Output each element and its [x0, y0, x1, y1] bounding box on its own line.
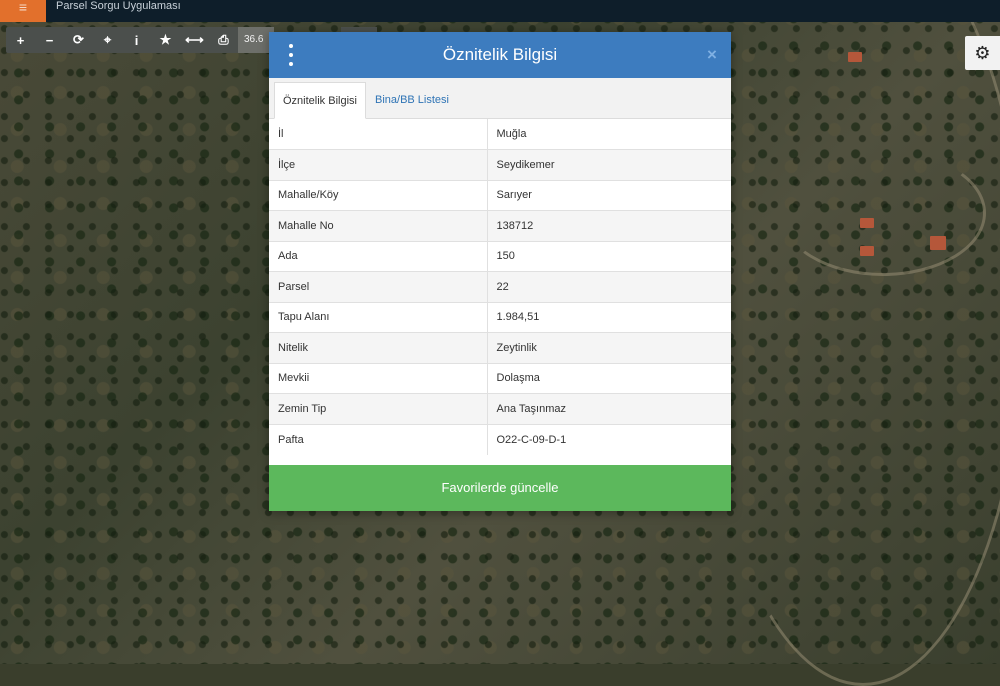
- table-row: Nitelik Zeytinlik: [269, 332, 731, 363]
- map-building: [860, 218, 874, 228]
- map-building: [930, 236, 946, 250]
- attribute-value: Sarıyer: [487, 179, 731, 211]
- attribute-key: Parsel: [269, 271, 488, 302]
- attribute-info-dialog: Öznitelik Bilgisi × Öznitelik Bilgisi Bi…: [269, 32, 731, 511]
- map-road: [700, 0, 1000, 686]
- attribute-key: İlçe: [269, 149, 488, 180]
- tab-attribute-info[interactable]: Öznitelik Bilgisi: [274, 82, 366, 119]
- table-row: Mevkii Dolaşma: [269, 362, 731, 394]
- tab-building-list[interactable]: Bina/BB Listesi: [367, 82, 457, 118]
- attribute-value: 1.984,51: [487, 301, 731, 333]
- table-row: Mahalle No 138712: [269, 210, 731, 241]
- star-icon[interactable]: ★: [151, 27, 180, 53]
- attribute-value: Seydikemer: [487, 149, 731, 180]
- table-row: Tapu Alanı 1.984,51: [269, 301, 731, 333]
- attribute-key: Mahalle/Köy: [269, 179, 488, 211]
- table-row: Parsel 22: [269, 271, 731, 302]
- table-row: Mahalle/Köy Sarıyer: [269, 179, 731, 211]
- attribute-value: Zeytinlik: [487, 332, 731, 363]
- attribute-value: 150: [487, 240, 731, 272]
- hamburger-menu-icon[interactable]: ≡: [0, 0, 46, 22]
- crosshair-icon[interactable]: ⌖: [93, 27, 122, 53]
- table-row: Pafta O22-C-09-D-1: [269, 423, 731, 455]
- update-favorites-button[interactable]: Favorilerde güncelle: [269, 465, 731, 511]
- attribute-value: O22-C-09-D-1: [487, 423, 731, 455]
- attribute-value: 138712: [487, 210, 731, 241]
- dialog-header: Öznitelik Bilgisi ×: [269, 32, 731, 78]
- attribute-value: Ana Taşınmaz: [487, 393, 731, 424]
- dialog-title: Öznitelik Bilgisi: [442, 45, 558, 64]
- attribute-key: Zemin Tip: [269, 393, 488, 424]
- attribute-value: 22: [487, 271, 731, 302]
- attribute-key: Pafta: [269, 423, 488, 455]
- map-building: [860, 246, 874, 256]
- map-toolbar: + − ⟳ ⌖ i ★ ⟷ ⎙ 36.6: [6, 27, 274, 53]
- map-building: [848, 52, 862, 62]
- minus-icon[interactable]: −: [35, 27, 64, 53]
- measure-icon[interactable]: ⟷: [180, 27, 209, 53]
- attribute-key: İl: [269, 119, 488, 150]
- table-row: Zemin Tip Ana Taşınmaz: [269, 393, 731, 424]
- dialog-tabs: Öznitelik Bilgisi Bina/BB Listesi: [269, 78, 731, 119]
- attribute-key: Mevkii: [269, 362, 488, 394]
- top-bar: ≡ Parsel Sorgu Uygulaması: [0, 0, 1000, 22]
- info-icon[interactable]: i: [122, 27, 151, 53]
- app-title: Parsel Sorgu Uygulaması: [56, 0, 181, 12]
- attribute-key: Ada: [269, 240, 488, 272]
- table-row: İlçe Seydikemer: [269, 149, 731, 180]
- table-row: İl Muğla: [269, 119, 731, 150]
- attribute-key: Nitelik: [269, 332, 488, 363]
- attribute-value: Muğla: [496, 128, 527, 140]
- attribute-table: İl Muğla İlçe Seydikemer Mahalle/Köy Sarıyer M…: [269, 119, 731, 455]
- attribute-key: Mahalle No: [269, 210, 488, 241]
- refresh-icon[interactable]: ⟳: [64, 27, 93, 53]
- attribute-value: Dolaşma: [487, 362, 731, 394]
- attribute-key: Tapu Alanı: [269, 301, 488, 333]
- gear-icon[interactable]: ⚙: [965, 36, 1000, 70]
- close-icon[interactable]: ×: [705, 45, 719, 65]
- table-row: Ada 150: [269, 240, 731, 272]
- plus-icon[interactable]: +: [6, 27, 35, 53]
- print-icon[interactable]: ⎙: [209, 27, 238, 53]
- map-road: [780, 150, 986, 276]
